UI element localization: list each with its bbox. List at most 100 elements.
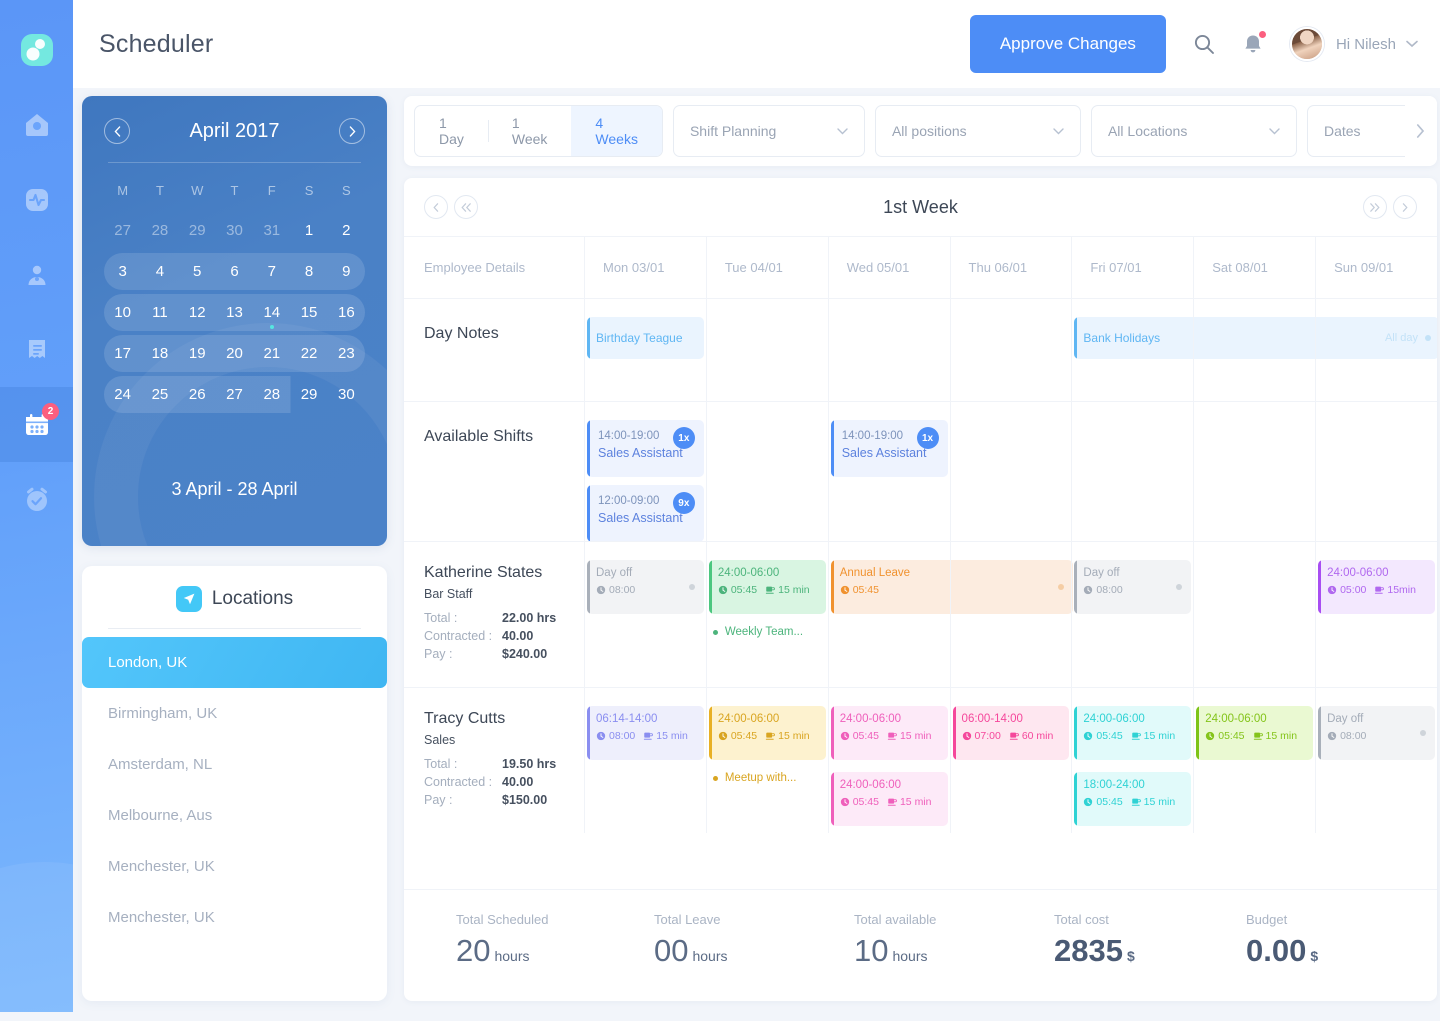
shift-chip[interactable]: 06:00-14:00 07:00 60 min — [952, 706, 1070, 760]
available-shifts-cell-4[interactable] — [1071, 401, 1194, 541]
calendar-day-9[interactable]: 9 — [328, 253, 365, 290]
calendar-day-30[interactable]: 30 — [328, 376, 365, 413]
calendar-day-15[interactable]: 15 — [290, 294, 327, 331]
view-range-4-weeks[interactable]: 4 Weeks — [571, 106, 662, 156]
calendar-day-7[interactable]: 7 — [253, 253, 290, 290]
calendar-day-3[interactable]: 3 — [104, 253, 141, 290]
shift-chip[interactable]: 24:00-06:00 05:00 15min — [1318, 560, 1435, 614]
available-shift-chip[interactable]: 14:00-19:00 Sales Assistant 1x — [830, 420, 948, 477]
sidebar-item-documents[interactable] — [0, 312, 73, 387]
calendar-day-5[interactable]: 5 — [179, 253, 216, 290]
calendar-day-31[interactable]: 31 — [253, 212, 290, 249]
calendar-day-14[interactable]: 14 — [253, 294, 290, 331]
week-next-fast-button[interactable] — [1362, 195, 1387, 219]
calendar-day-23[interactable]: 23 — [328, 335, 365, 372]
location-item-1[interactable]: Birmingham, UK — [82, 688, 387, 739]
calendar-next-button[interactable] — [339, 118, 365, 144]
schedule-cell-0-3[interactable] — [949, 541, 1072, 687]
filter-select-all-locations[interactable]: All Locations — [1090, 105, 1297, 157]
day-notes-cell-1[interactable] — [705, 298, 828, 401]
day-notes-cell-0[interactable]: Birthday Teague — [584, 298, 706, 401]
location-item-3[interactable]: Melbourne, Aus — [82, 790, 387, 841]
available-shift-chip[interactable]: 14:00-19:00 Sales Assistant 1x — [587, 420, 704, 477]
shift-chip[interactable]: 06:14-14:00 08:00 15 min — [587, 706, 704, 760]
schedule-cell-1-0[interactable]: 06:14-14:00 08:00 15 min — [584, 687, 706, 833]
calendar-day-8[interactable]: 8 — [290, 253, 327, 290]
calendar-day-27[interactable]: 27 — [216, 376, 253, 413]
schedule-cell-1-4[interactable]: 24:00-06:00 05:45 15 min 18:00-24:00 05:45 15… — [1071, 687, 1194, 833]
employee-name[interactable]: Katherine States — [424, 564, 584, 582]
available-shifts-cell-2[interactable]: 14:00-19:00 Sales Assistant 1x — [827, 401, 950, 541]
calendar-day-29[interactable]: 29 — [179, 212, 216, 249]
calendar-day-26[interactable]: 26 — [179, 376, 216, 413]
calendar-day-27[interactable]: 27 — [104, 212, 141, 249]
shift-event-note[interactable]: Meetup with... — [712, 772, 824, 784]
calendar-prev-button[interactable] — [104, 118, 130, 144]
available-shifts-cell-3[interactable] — [949, 401, 1072, 541]
schedule-cell-0-6[interactable]: 24:00-06:00 05:00 15min — [1315, 541, 1437, 687]
notifications-button[interactable] — [1242, 30, 1266, 56]
calendar-day-13[interactable]: 13 — [216, 294, 253, 331]
schedule-cell-1-1[interactable]: 24:00-06:00 05:45 15 min Meetup with... — [705, 687, 828, 833]
schedule-cell-0-0[interactable]: Day off 08:00 — [584, 541, 706, 687]
sidebar-item-people[interactable] — [0, 237, 73, 312]
shift-chip[interactable]: 24:00-06:00 05:45 15 min — [1196, 706, 1314, 760]
calendar-day-21[interactable]: 21 — [253, 335, 290, 372]
approve-changes-button[interactable]: Approve Changes — [969, 15, 1166, 73]
day-off-chip[interactable]: Day off 08:00 — [587, 560, 704, 614]
day-notes-cell-4[interactable]: Bank Holidays All day — [1071, 298, 1437, 401]
calendar-day-2[interactable]: 2 — [328, 212, 365, 249]
calendar-day-20[interactable]: 20 — [216, 335, 253, 372]
day-notes-cell-2[interactable] — [827, 298, 950, 401]
sidebar-item-home[interactable] — [0, 87, 73, 162]
calendar-day-6[interactable]: 6 — [216, 253, 253, 290]
available-shifts-cell-1[interactable] — [705, 401, 828, 541]
shift-chip[interactable]: 18:00-24:00 05:45 15 min — [1074, 772, 1192, 826]
calendar-day-28[interactable]: 28 — [141, 212, 178, 249]
available-shift-chip[interactable]: 12:00-09:00 Sales Assistant 9x — [587, 485, 704, 542]
day-notes-cell-6[interactable] — [1315, 298, 1437, 401]
schedule-cell-1-2[interactable]: 24:00-06:00 05:45 15 min 24:00-06:00 05:45 15… — [827, 687, 950, 833]
calendar-day-19[interactable]: 19 — [179, 335, 216, 372]
calendar-day-24[interactable]: 24 — [104, 376, 141, 413]
available-shifts-cell-6[interactable] — [1315, 401, 1437, 541]
shift-chip[interactable]: 24:00-06:00 05:45 15 min — [1074, 706, 1192, 760]
user-menu[interactable]: Hi Nilesh — [1289, 27, 1418, 61]
shift-event-note[interactable]: Weekly Team... — [712, 626, 824, 638]
location-item-0[interactable]: London, UK — [82, 637, 387, 688]
schedule-cell-1-6[interactable]: Day off 08:00 — [1315, 687, 1437, 833]
location-item-4[interactable]: Menchester, UK — [82, 841, 387, 892]
sidebar-item-activity[interactable] — [0, 162, 73, 237]
calendar-day-29[interactable]: 29 — [290, 376, 327, 413]
calendar-day-1[interactable]: 1 — [290, 212, 327, 249]
calendar-day-18[interactable]: 18 — [141, 335, 178, 372]
schedule-cell-1-5[interactable]: 24:00-06:00 05:45 15 min — [1193, 687, 1316, 833]
available-shifts-cell-0[interactable]: 14:00-19:00 Sales Assistant 1x 12:00-09:00 S… — [584, 401, 706, 542]
filters-scroll-next-button[interactable] — [1404, 96, 1437, 166]
schedule-cell-0-5[interactable] — [1193, 541, 1316, 687]
calendar-day-28[interactable]: 28 — [253, 376, 290, 413]
calendar-day-17[interactable]: 17 — [104, 335, 141, 372]
schedule-cell-1-3[interactable]: 06:00-14:00 07:00 60 min — [949, 687, 1072, 833]
day-off-chip[interactable]: Day off 08:00 — [1074, 560, 1192, 614]
filter-select-all-positions[interactable]: All positions — [874, 105, 1081, 157]
schedule-cell-0-2[interactable]: Annual Leave 05:45 — [827, 541, 1074, 687]
schedule-cell-0-4[interactable]: Day off 08:00 — [1071, 541, 1194, 687]
schedule-cell-0-1[interactable]: 24:00-06:00 05:45 15 min Weekly Team... — [705, 541, 828, 687]
day-notes-cell-5[interactable] — [1193, 298, 1316, 401]
location-item-2[interactable]: Amsterdam, NL — [82, 739, 387, 790]
available-shifts-cell-5[interactable] — [1193, 401, 1316, 541]
shift-chip[interactable]: 24:00-06:00 05:45 15 min — [830, 706, 948, 760]
calendar-day-11[interactable]: 11 — [141, 294, 178, 331]
sidebar-item-scheduler[interactable]: 2 — [0, 387, 73, 462]
day-note-chip[interactable]: Birthday Teague — [587, 317, 704, 359]
calendar-day-22[interactable]: 22 — [290, 335, 327, 372]
filter-select-shift-planning[interactable]: Shift Planning — [672, 105, 865, 157]
week-prev-fast-button[interactable] — [454, 195, 478, 219]
search-button[interactable] — [1192, 32, 1216, 56]
calendar-day-16[interactable]: 16 — [328, 294, 365, 331]
employee-name[interactable]: Tracy Cutts — [424, 710, 584, 728]
calendar-day-10[interactable]: 10 — [104, 294, 141, 331]
location-item-5[interactable]: Menchester, UK — [82, 892, 387, 943]
shift-chip[interactable]: 24:00-06:00 05:45 15 min — [708, 706, 826, 760]
